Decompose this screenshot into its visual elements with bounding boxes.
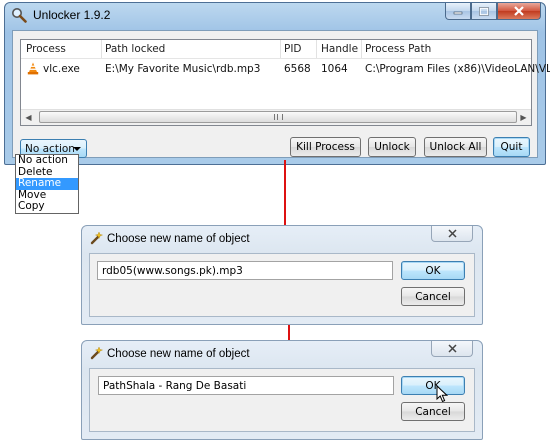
column-process-path[interactable]: Process Path	[365, 43, 431, 55]
window-client: Process Path locked PID Handle Process P…	[12, 30, 550, 158]
flow-arrow-1	[284, 160, 286, 226]
cancel-button[interactable]: Cancel	[401, 287, 465, 306]
cancel-button[interactable]: Cancel	[401, 402, 465, 421]
title-bar[interactable]: Unlocker 1.9.2	[5, 3, 545, 27]
close-button[interactable]	[497, 3, 541, 20]
ok-button[interactable]: OK	[401, 376, 465, 395]
column-path-locked[interactable]: Path locked	[105, 43, 165, 55]
maximize-icon	[479, 6, 489, 16]
maximize-button[interactable]	[471, 3, 497, 20]
cell-path-locked: E:\My Favorite Music\rdb.mp3	[105, 63, 261, 75]
ok-button[interactable]: OK	[401, 261, 465, 280]
column-process[interactable]: Process	[26, 43, 66, 55]
unlocker-window: Unlocker 1.9.2 Process Path locked PID H…	[4, 2, 550, 165]
list-header: Process Path locked PID Handle Process P…	[21, 40, 531, 59]
table-row[interactable]: vlc.exe E:\My Favorite Music\rdb.mp3 656…	[21, 60, 550, 78]
column-handle[interactable]: Handle	[321, 43, 358, 55]
minimize-icon	[453, 11, 463, 15]
dialog-title: Choose new name of object	[107, 233, 250, 245]
rename-dialog-1: Choose new name of object OK Cancel	[81, 225, 483, 325]
minimize-button[interactable]	[445, 3, 471, 20]
cell-process: vlc.exe	[43, 63, 80, 75]
close-icon	[447, 229, 457, 238]
dialog-client: OK Cancel	[89, 368, 475, 432]
dialog-close-button[interactable]	[431, 226, 473, 242]
new-name-input[interactable]	[99, 377, 383, 394]
wand-icon	[90, 346, 104, 360]
new-name-field[interactable]	[97, 261, 393, 280]
scrollbar-thumb[interactable]	[39, 111, 517, 123]
unlock-button[interactable]: Unlock	[368, 137, 416, 157]
window-title: Unlocker 1.9.2	[33, 8, 111, 22]
kill-process-button[interactable]: Kill Process	[290, 137, 361, 157]
vlc-cone-icon	[27, 62, 39, 75]
option-no-action[interactable]: No action	[16, 154, 78, 167]
new-name-input[interactable]	[98, 262, 382, 279]
cell-handle: 1064	[321, 63, 348, 75]
horizontal-scrollbar[interactable]: ◀ ▶	[21, 109, 531, 125]
scroll-right-arrow[interactable]: ▶	[516, 110, 531, 125]
chevron-down-icon	[73, 147, 81, 151]
grip-icon	[273, 114, 283, 120]
dialog-title: Choose new name of object	[107, 348, 250, 360]
option-copy[interactable]: Copy	[16, 201, 78, 213]
column-pid[interactable]: PID	[284, 43, 302, 55]
wand-icon	[90, 231, 104, 245]
rename-dialog-2: Choose new name of object OK Cancel	[81, 340, 483, 440]
quit-button[interactable]: Quit	[493, 137, 530, 157]
process-list[interactable]: Process Path locked PID Handle Process P…	[20, 39, 550, 126]
close-icon	[514, 6, 524, 16]
close-icon	[447, 344, 457, 353]
magnifier-icon	[12, 8, 27, 23]
action-dropdown-list[interactable]: No action Delete Rename Move Copy	[15, 154, 79, 214]
dialog-close-button[interactable]	[431, 341, 473, 357]
unlock-all-button[interactable]: Unlock All	[424, 137, 487, 157]
mouse-cursor-icon	[436, 385, 448, 403]
dialog-client: OK Cancel	[89, 253, 475, 317]
cell-process-path: C:\Program Files (x86)\VideoLAN\VL...	[365, 63, 550, 75]
scroll-left-arrow[interactable]: ◀	[21, 110, 36, 125]
cell-pid: 6568	[284, 63, 311, 75]
new-name-field[interactable]	[98, 376, 394, 395]
